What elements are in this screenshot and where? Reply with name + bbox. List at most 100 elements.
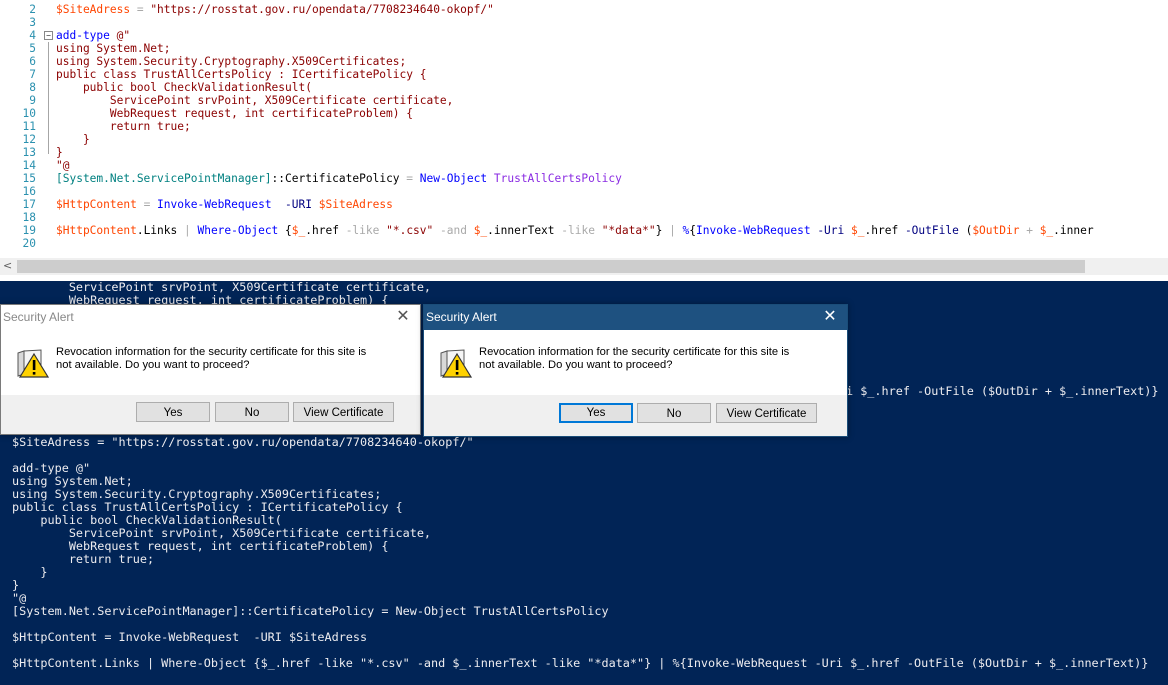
code-token: .href [864,224,899,237]
editor-line[interactable]: 17 $HttpContent = Invoke-WebRequest -URI … [0,198,1168,211]
code-token: return true; [56,120,191,133]
line-number: 14 [22,159,36,172]
line-number: 4 [29,29,36,42]
code-token: "*data*" [601,224,656,237]
line-number: 6 [29,55,36,68]
editor-horizontal-scrollbar[interactable]: < [0,258,1168,275]
code-token: $_ [1039,224,1054,237]
view-certificate-button[interactable]: View Certificate [293,402,394,422]
editor-line[interactable]: 4− add-type @" [0,29,1168,42]
code-token: $SiteAdress [56,3,131,16]
dialog-message: Revocation information for the security … [479,346,790,371]
security-alert-dialog-inactive[interactable]: Security Alert ✕ Revocation information … [0,304,421,435]
code-text: } [56,133,90,146]
editor-line[interactable]: 7 public class TrustAllCertsPolicy : ICer… [0,68,1168,81]
editor-line[interactable]: 19 $HttpContent.Links | Where-Object {$_.… [0,224,1168,237]
code-text: $SiteAdress = "https://rosstat.gov.ru/op… [56,3,494,16]
editor-line[interactable]: 14 "@ [0,159,1168,172]
yes-button[interactable]: Yes [136,402,210,422]
code-token: $_ [851,224,865,237]
code-token: | [662,224,683,237]
code-text: $HttpContent = Invoke-WebRequest -URI $S… [56,198,393,211]
code-token: = [130,3,151,16]
no-button[interactable]: No [637,403,711,423]
line-number: 9 [29,94,36,107]
editor-line[interactable]: 6 using System.Security.Cryptography.X509… [0,55,1168,68]
editor-line[interactable]: 9 ServicePoint srvPoint, X509Certificate… [0,94,1168,107]
code-text: using System.Security.Cryptography.X509C… [56,55,406,68]
code-token: } [56,146,63,159]
editor-line[interactable]: 8 public bool CheckValidationResult( [0,81,1168,94]
yes-button[interactable]: Yes [559,403,633,423]
editor-line[interactable]: 18 [0,211,1168,224]
code-token: { [278,224,292,237]
warning-shield-icon [440,349,472,378]
code-token: "@ [56,159,70,172]
editor-line[interactable]: 3 [0,16,1168,29]
line-number: 5 [29,42,36,55]
code-token: "https://rosstat.gov.ru/opendata/7708234… [150,3,494,16]
code-text: [System.Net.ServicePointManager]::Certif… [56,172,622,185]
editor-line[interactable]: 5 using System.Net; [0,42,1168,55]
line-number: 16 [22,185,36,198]
scroll-left-arrow-icon[interactable]: < [3,259,12,272]
code-token: $HttpContent [56,224,137,237]
script-editor[interactable]: 2 $SiteAdress = "https://rosstat.gov.ru/o… [0,0,1168,258]
code-token: -URI [285,198,312,211]
code-token: ( [958,224,973,237]
dialog-body: Revocation information for the security … [424,330,847,395]
security-alert-dialog-active[interactable]: Security Alert ✕ Revocation information … [423,304,848,437]
code-token: = [136,198,158,211]
code-text: $HttpContent.Links | Where-Object {$_.hr… [56,224,1094,237]
editor-line[interactable]: 2 $SiteAdress = "https://rosstat.gov.ru/o… [0,3,1168,16]
scrollbar-thumb[interactable] [17,260,1085,273]
editor-line[interactable]: 11 return true; [0,120,1168,133]
code-token: public class TrustAllCertsPolicy : ICert… [56,68,427,81]
code-token: Where-Object [197,224,279,237]
code-text: public bool CheckValidationResult( [56,81,312,94]
editor-line[interactable]: 20 [0,237,1168,250]
dialog-titlebar[interactable]: Security Alert ✕ [1,305,420,330]
code-text: ServicePoint srvPoint, X509Certificate c… [56,94,454,107]
line-number: 20 [22,237,36,250]
code-token: $HttpContent [56,198,137,211]
code-token: WebRequest request, int certificateProbl… [56,107,413,120]
line-number: 10 [22,107,36,120]
code-token: .href [305,224,339,237]
dialog-titlebar[interactable]: Security Alert ✕ [424,305,847,330]
code-token: $_ [291,224,306,237]
code-token: $_ [473,224,488,237]
code-token: -and [433,224,474,237]
code-token: | [177,224,198,237]
editor-line[interactable]: 16 [0,185,1168,198]
line-number: 15 [22,172,36,185]
line-number: 13 [22,146,36,159]
warning-shield-icon [17,349,49,378]
close-icon[interactable]: ✕ [813,305,847,330]
no-button[interactable]: No [215,402,289,422]
console-line: $HttpContent.Links | Where-Object {$_.hr… [12,656,1149,670]
code-text: add-type @" [56,29,130,42]
editor-line[interactable]: 10 WebRequest request, int certificatePr… [0,107,1168,120]
code-token: "*.csv" [386,224,434,237]
close-icon[interactable]: ✕ [386,305,420,330]
code-token: -like [338,224,387,237]
code-token: .inner [1053,224,1094,237]
editor-line[interactable]: 13} [0,146,1168,159]
code-token: ServicePoint srvPoint, X509Certificate c… [56,94,454,107]
code-token: .innerText [487,224,555,237]
line-number: 2 [29,3,36,16]
code-text: using System.Net; [56,42,171,55]
editor-line[interactable]: 15 [System.Net.ServicePointManager]::Cert… [0,172,1168,185]
code-token: -Uri [817,224,845,237]
code-token: Invoke-WebRequest [157,198,272,211]
view-certificate-button[interactable]: View Certificate [716,403,817,423]
dialog-body: Revocation information for the security … [1,330,420,395]
code-token: New-Object [419,172,488,185]
editor-line[interactable]: 12 } [0,133,1168,146]
collapse-icon[interactable]: − [44,31,53,40]
